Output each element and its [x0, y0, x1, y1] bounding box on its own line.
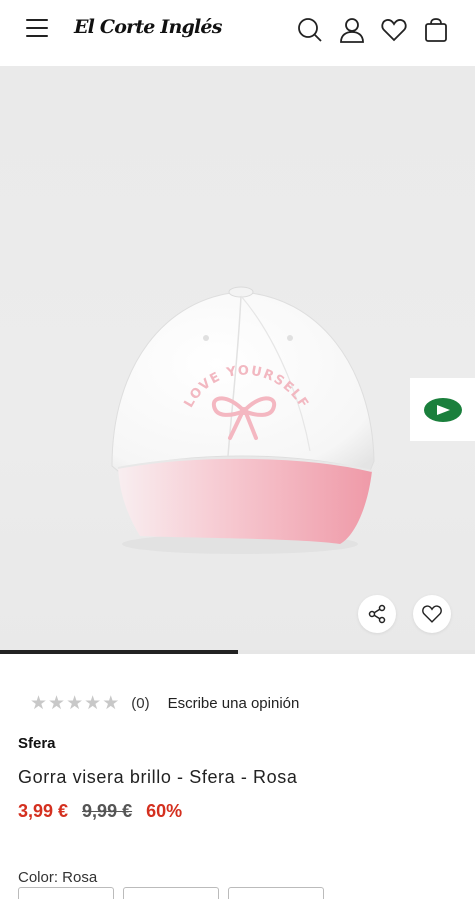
star-icon: ★ [66, 692, 84, 714]
color-swatch[interactable] [18, 887, 114, 899]
original-price: 9,99 € [82, 801, 133, 821]
write-review-link[interactable]: Escribe una opinión [168, 695, 300, 712]
current-price: 3,99 € [18, 801, 69, 821]
chat-widget[interactable] [410, 378, 475, 441]
heart-icon [422, 605, 442, 623]
product-title: Gorra visera brillo - Sfera - Rosa [18, 767, 298, 787]
rating-count: (0) [131, 694, 150, 712]
product-image[interactable]: LOVE YOURSELF [0, 66, 475, 654]
star-icon: ★ [30, 692, 48, 714]
bag-icon[interactable] [422, 16, 450, 44]
color-swatch[interactable] [228, 887, 324, 899]
color-label: Color: Rosa [18, 869, 98, 886]
add-to-wishlist-button[interactable] [413, 595, 451, 633]
share-icon [368, 604, 386, 624]
menu-icon[interactable] [26, 19, 48, 39]
logo[interactable]: El Corte Inglés [74, 16, 222, 38]
search-icon[interactable] [296, 16, 324, 44]
rating-stars[interactable]: ★ ★ ★ ★ ★ [30, 693, 119, 713]
star-icon: ★ [102, 692, 120, 714]
user-icon[interactable] [338, 16, 366, 44]
rating: ★ ★ ★ ★ ★ (0) Escribe una opinión [30, 693, 299, 713]
header: El Corte Inglés [0, 0, 475, 66]
arrow-right-icon [423, 397, 462, 422]
gallery-progress-fill [0, 650, 238, 654]
price-block: 3,99 € 9,99 € 60% [18, 801, 182, 822]
gallery-progress [0, 650, 475, 654]
heart-icon[interactable] [380, 16, 408, 44]
color-swatch[interactable] [123, 887, 219, 899]
discount-badge: 60% [146, 801, 183, 821]
brand-name[interactable]: Sfera [18, 735, 56, 752]
star-icon: ★ [48, 692, 66, 714]
cap-illustration: LOVE YOURSELF [111, 286, 375, 554]
share-button[interactable] [358, 595, 396, 633]
star-icon: ★ [84, 692, 102, 714]
